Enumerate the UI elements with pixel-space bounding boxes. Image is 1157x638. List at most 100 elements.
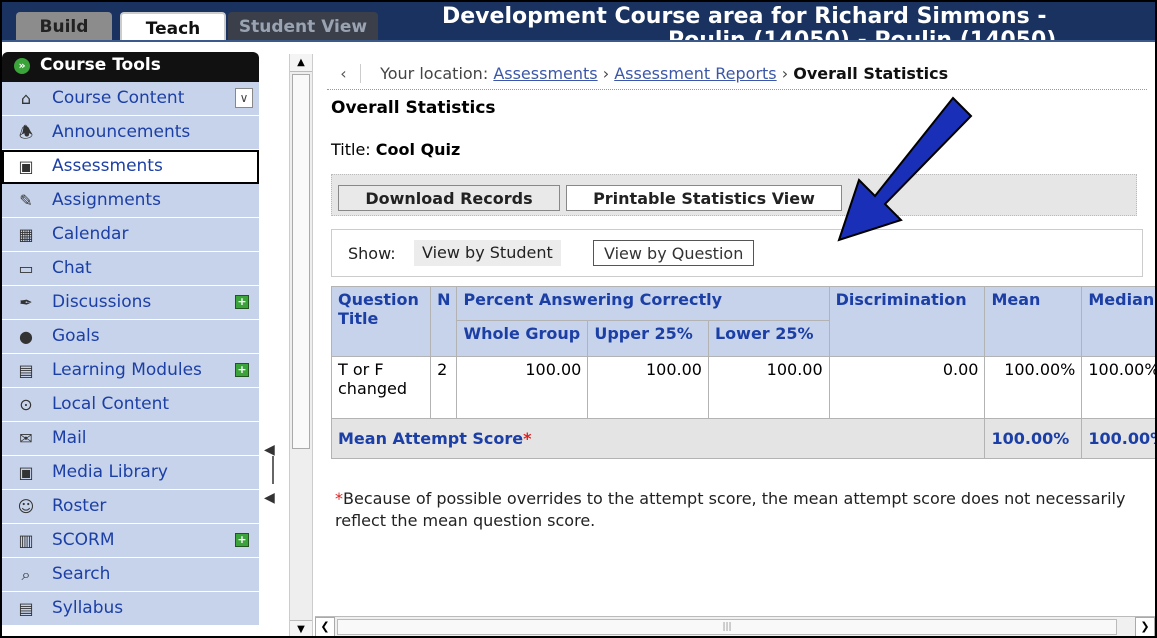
sidebar-item-label: Chat — [52, 258, 92, 278]
sidebar-item-label: Course Content — [52, 88, 185, 108]
tab-build[interactable]: Build — [16, 12, 112, 40]
table-row: T or F changed 2 100.00 100.00 100.00 0.… — [330, 356, 1155, 419]
scroll-up-icon[interactable]: ▲ — [290, 54, 312, 72]
vertical-scrollbar[interactable]: ▲ ▼ — [289, 54, 313, 636]
mean-attempt-row: Mean Attempt Score* 100.00% 100.00% — [330, 418, 1155, 459]
mean-attempt-mean: 100.00% — [984, 418, 1083, 459]
breadcrumb-prefix: Your location: — [380, 64, 489, 83]
roster-icon: ☺ — [17, 497, 35, 516]
sidebar-item-label: Roster — [52, 496, 107, 516]
breadcrumb: ‹ Your location: Assessments › Assessmen… — [327, 58, 1147, 90]
cell-upper-25: 100.00 — [587, 356, 709, 419]
cell-mean: 100.00% — [984, 356, 1083, 419]
quiz-title-label: Title: — [331, 140, 371, 159]
show-label: Show: — [348, 244, 396, 263]
sidebar-item-label: Learning Modules — [52, 360, 202, 380]
tab-student-view[interactable]: Student View — [228, 12, 378, 40]
goals-icon: ● — [19, 327, 33, 346]
cell-n: 2 — [430, 356, 458, 419]
sidebar-item-label: Discussions — [52, 292, 152, 312]
col-mean: Mean — [984, 286, 1083, 357]
syllabus-icon: ▤ — [18, 599, 34, 618]
sidebar-item-syllabus[interactable]: ▤ Syllabus — [2, 592, 259, 626]
sidebar-item-calendar[interactable]: ▦ Calendar — [2, 218, 259, 252]
mean-attempt-median: 100.00% — [1081, 418, 1155, 459]
sidebar-splitter[interactable]: ◀ ◀ — [260, 442, 288, 512]
sidebar-item-label: Search — [52, 564, 111, 584]
horizontal-scrollbar[interactable]: ❮ ||| ❯ — [315, 616, 1155, 636]
view-by-student-option[interactable]: View by Student — [414, 240, 561, 266]
col-discrimination: Discrimination — [828, 286, 986, 357]
sidebar-item-label: Assignments — [52, 190, 161, 210]
home-icon: ⌂ — [20, 89, 32, 108]
sidebar-item-media-library[interactable]: ▣ Media Library — [2, 456, 259, 490]
sidebar-item-mail[interactable]: ✉ Mail — [2, 422, 259, 456]
sidebar-item-label: Calendar — [52, 224, 129, 244]
sidebar-item-label: Mail — [52, 428, 87, 448]
course-tools-header[interactable]: » Course Tools — [2, 52, 259, 82]
asterisk-marker: * — [523, 429, 532, 448]
mean-attempt-label-cell: Mean Attempt Score* — [330, 418, 986, 459]
footnote: *Because of possible overrides to the at… — [335, 488, 1145, 532]
chat-icon: ▭ — [18, 259, 34, 278]
scroll-thumb[interactable] — [292, 74, 310, 449]
splitter-grip-icon — [272, 456, 274, 484]
mail-icon: ✉ — [19, 429, 33, 448]
breadcrumb-link-assessments[interactable]: Assessments — [493, 64, 597, 83]
sidebar-item-label: Local Content — [52, 394, 170, 414]
collapse-left-icon[interactable]: ◀ — [264, 490, 275, 506]
quiz-title-value: Cool Quiz — [375, 140, 461, 159]
collapse-chevrons-icon[interactable]: » — [14, 58, 30, 74]
col-question-title: Question Title — [330, 286, 432, 357]
view-selector: Show: View by Student View by Question — [331, 229, 1143, 277]
col-upper-25: Upper 25% — [587, 320, 709, 357]
quiz-title-line: Title: Cool Quiz — [331, 140, 460, 159]
module-icon: ▤ — [18, 361, 34, 380]
sidebar-item-discussions[interactable]: ✒ Discussions + — [2, 286, 259, 320]
sidebar-item-chat[interactable]: ▭ Chat — [2, 252, 259, 286]
printable-statistics-button[interactable]: Printable Statistics View — [566, 185, 842, 211]
col-whole-group: Whole Group — [456, 320, 589, 357]
sidebar-item-announcements[interactable]: 🕭 Announcements — [2, 116, 259, 150]
sidebar-item-goals[interactable]: ● Goals — [2, 320, 259, 354]
assessment-icon: ▣ — [18, 157, 34, 176]
scroll-down-icon[interactable]: ▼ — [290, 620, 312, 636]
sidebar-item-label: Announcements — [52, 122, 191, 142]
scroll-thumb-horizontal[interactable]: ||| — [337, 619, 1117, 635]
sidebar-item-assignments[interactable]: ✎ Assignments — [2, 184, 259, 218]
breadcrumb-link-assessment-reports[interactable]: Assessment Reports — [614, 64, 776, 83]
cell-lower-25: 100.00 — [707, 356, 830, 419]
sidebar-item-course-content[interactable]: ⌂ Course Content ∨ — [2, 82, 259, 116]
search-icon: ⌕ — [21, 565, 31, 584]
cell-whole-group: 100.00 — [456, 356, 589, 419]
table-header-row: Question Title N Percent Answering Corre… — [330, 286, 1155, 357]
view-by-question-button[interactable]: View by Question — [593, 240, 755, 266]
tab-teach[interactable]: Teach — [120, 12, 226, 40]
sidebar-item-assessments[interactable]: ▣ Assessments — [2, 150, 259, 184]
breadcrumb-separator-icon: › — [602, 64, 615, 83]
scorm-icon: ▥ — [18, 531, 34, 550]
media-icon: ▣ — [18, 463, 34, 482]
sidebar: » Course Tools ⌂ Course Content ∨ 🕭 Annou… — [2, 42, 259, 636]
chevron-down-icon[interactable]: ∨ — [235, 88, 253, 108]
sidebar-item-local-content[interactable]: ⊙ Local Content — [2, 388, 259, 422]
sidebar-item-scorm[interactable]: ▥ SCORM + — [2, 524, 259, 558]
sidebar-item-label: SCORM — [52, 530, 115, 550]
main-content: ‹ Your location: Assessments › Assessmen… — [315, 54, 1155, 614]
statistics-table: Question Title N Percent Answering Corre… — [330, 286, 1155, 459]
sidebar-item-learning-modules[interactable]: ▤ Learning Modules + — [2, 354, 259, 388]
back-chevron-icon[interactable]: ‹ — [327, 64, 361, 83]
plus-icon[interactable]: + — [235, 295, 249, 309]
plus-icon[interactable]: + — [235, 533, 249, 547]
footnote-text: Because of possible overrides to the att… — [335, 489, 1126, 530]
sidebar-item-roster[interactable]: ☺ Roster — [2, 490, 259, 524]
scroll-right-icon[interactable]: ❯ — [1135, 617, 1155, 636]
sidebar-item-search[interactable]: ⌕ Search — [2, 558, 259, 592]
cell-discrimination: 0.00 — [828, 356, 986, 419]
app-window: Build Teach Student View Development Cou… — [0, 0, 1157, 638]
plus-icon[interactable]: + — [235, 363, 249, 377]
sidebar-item-label: Assessments — [52, 156, 163, 176]
download-records-button[interactable]: Download Records — [338, 185, 560, 211]
col-lower-25: Lower 25% — [707, 320, 830, 357]
scroll-left-icon[interactable]: ❮ — [315, 617, 335, 636]
